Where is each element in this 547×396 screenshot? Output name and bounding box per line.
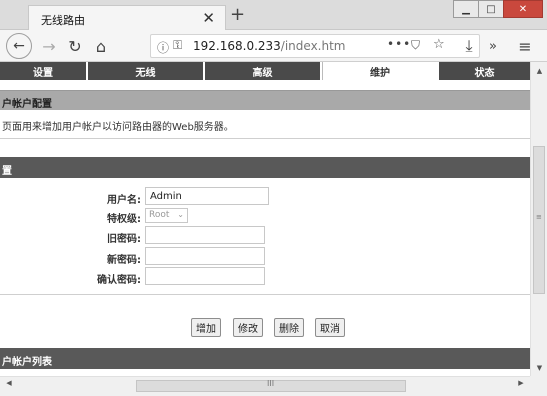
overflow-menu-icon[interactable]: » — [484, 34, 502, 58]
reload-icon[interactable]: ↻ — [64, 34, 86, 58]
username-input[interactable]: Admin — [145, 187, 269, 205]
hamburger-menu-icon[interactable]: ≡ — [514, 34, 536, 58]
privilege-select[interactable]: Root ⌄ — [145, 208, 188, 223]
nav-item-wireless[interactable]: 无线 — [88, 62, 205, 80]
nav-item-maintenance[interactable]: 维护 — [322, 62, 439, 80]
url-path: /index.htm — [280, 39, 346, 53]
pocket-icon[interactable]: ⛉ — [411, 38, 420, 53]
username-label: 用户名: — [107, 195, 141, 206]
confirm-password-input[interactable] — [145, 267, 265, 285]
tab-title: 无线路由 — [41, 14, 85, 27]
minimize-button[interactable]: ▁ — [453, 0, 479, 18]
nav-item-status[interactable]: 状态 — [439, 62, 530, 80]
horizontal-scroll-thumb[interactable]: III — [136, 379, 406, 392]
add-button[interactable]: 增加 — [191, 318, 221, 337]
close-window-button[interactable]: ✕ — [503, 0, 543, 18]
chevron-down-icon: ⌄ — [177, 210, 184, 219]
browser-navbar: ← → ↻ ⌂ ⓘ ⚿ 192.168.0.233/index.htm ••• … — [0, 30, 547, 62]
nav-item-settings[interactable]: 设置 — [0, 62, 88, 80]
list-section-title: 户帐户列表 — [0, 348, 530, 369]
router-topnav: 设置 无线 高级 维护 状态 — [0, 62, 530, 80]
address-bar[interactable]: ⓘ ⚿ 192.168.0.233/index.htm ••• ⛉ ☆ — [150, 34, 480, 58]
confirm-password-label: 确认密码: — [97, 275, 141, 286]
scroll-up-icon[interactable]: ▲ — [531, 62, 547, 79]
scrollbar-corner — [530, 376, 547, 396]
vertical-scrollbar[interactable]: ▲ ≡ ▼ — [530, 62, 547, 376]
maximize-button[interactable]: □ — [478, 0, 504, 18]
delete-button[interactable]: 删除 — [274, 318, 304, 337]
forward-icon[interactable]: → — [38, 34, 60, 58]
new-tab-icon[interactable]: + — [230, 4, 245, 25]
page-viewport: 设置 无线 高级 维护 状态 户帐户配置 页面用来增加用户帐户以访问路由器的We… — [0, 62, 530, 376]
horizontal-scrollbar[interactable]: ◀ III ▶ — [0, 376, 530, 396]
url-host: 192.168.0.233 — [193, 39, 281, 53]
nav-item-advanced[interactable]: 高级 — [205, 62, 322, 80]
window-controls: ▁ □ ✕ — [453, 0, 543, 18]
url-text[interactable]: 192.168.0.233/index.htm — [193, 39, 345, 53]
divider — [0, 138, 530, 139]
new-password-input[interactable] — [145, 247, 265, 265]
browser-tab[interactable]: 无线路由 ✕ — [28, 5, 226, 31]
site-info-icon[interactable]: ⓘ — [157, 39, 169, 56]
back-icon[interactable]: ← — [6, 33, 32, 59]
section-title: 户帐户配置 — [0, 90, 530, 110]
download-icon[interactable]: ⤓ — [460, 34, 478, 58]
divider — [0, 294, 530, 295]
privilege-label: 特权级: — [107, 214, 141, 225]
grip-icon: ≡ — [536, 213, 542, 221]
page-description: 页面用来增加用户帐户以访问路由器的Web服务器。 — [2, 122, 234, 133]
vertical-scroll-thumb[interactable]: ≡ — [533, 146, 545, 294]
scroll-left-icon[interactable]: ◀ — [2, 379, 16, 387]
scroll-right-icon[interactable]: ▶ — [514, 379, 528, 387]
old-password-label: 旧密码: — [107, 234, 141, 245]
old-password-input[interactable] — [145, 226, 265, 244]
home-icon[interactable]: ⌂ — [90, 34, 112, 58]
grip-icon: III — [267, 379, 275, 388]
scroll-down-icon[interactable]: ▼ — [531, 359, 547, 376]
bookmark-star-icon[interactable]: ☆ — [433, 37, 445, 52]
privilege-value: Root — [149, 210, 170, 220]
browser-titlebar: 无线路由 ✕ + ▁ □ ✕ — [0, 0, 547, 31]
cancel-button[interactable]: 取消 — [315, 318, 345, 337]
form-section-title: 置 — [0, 157, 530, 178]
modify-button[interactable]: 修改 — [233, 318, 263, 337]
page-actions-icon[interactable]: ••• — [387, 37, 411, 51]
insecure-lock-icon[interactable]: ⚿ — [173, 38, 182, 53]
close-tab-icon[interactable]: ✕ — [202, 9, 215, 27]
new-password-label: 新密码: — [107, 255, 141, 266]
